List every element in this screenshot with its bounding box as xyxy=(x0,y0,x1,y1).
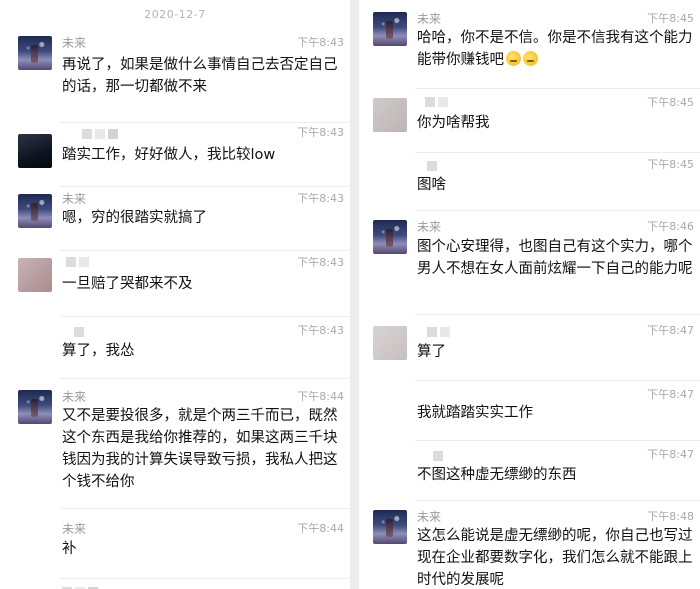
date-divider: 2020-12-7 xyxy=(144,8,206,21)
message-text: 图啥 xyxy=(417,177,446,193)
sender-name: 未来 xyxy=(62,192,87,206)
message-item[interactable]: 未来 下午8:46 图个心安理得，也图自己有这个实力，哪个男人不想在女人面前炫耀… xyxy=(359,210,700,314)
message-time: 下午8:46 xyxy=(647,220,694,233)
avatar[interactable] xyxy=(18,390,52,424)
divider xyxy=(60,578,350,579)
avatar[interactable] xyxy=(373,220,407,254)
message-text: 我就踏踏实实工作 xyxy=(417,405,533,421)
avatar[interactable] xyxy=(18,36,52,70)
message-item[interactable]: 未来 下午8:44 又不是要投很多，就是个两三千而已，既然这个东西是我给你推荐的… xyxy=(0,378,350,508)
message-item[interactable]: 未来 下午8:43 嗯，穷的很踏实就搞了 xyxy=(0,186,350,248)
message-item[interactable]: 下午8:43 算了，我怂 xyxy=(0,316,350,378)
divider xyxy=(415,380,700,381)
message-item[interactable]: 未来 下午8:48 这怎么能说是虚无缥缈的呢，你自己也写过现在企业都要数字化，我… xyxy=(359,500,700,589)
message-time: 下午8:47 xyxy=(647,388,694,401)
divider xyxy=(60,250,350,251)
message-text: 嗯，穷的很踏实就搞了 xyxy=(62,210,207,226)
message-text: 你为啥帮我 xyxy=(417,115,490,131)
message-item[interactable]: 下午8:47 算了 xyxy=(359,314,700,380)
message-time: 下午8:43 xyxy=(297,256,344,269)
avatar[interactable] xyxy=(18,134,52,168)
message-item[interactable]: 下午8:45 你为啥帮我 xyxy=(359,88,700,152)
message-time: 下午8:43 xyxy=(297,324,344,337)
message-text: 踏实工作，好好做人，我比较low xyxy=(62,147,276,163)
sender-name: 未来 xyxy=(417,12,442,26)
message-text: 一旦赔了哭都来不及 xyxy=(62,276,193,292)
message-item[interactable]: 下午8:45 图啥 xyxy=(359,152,700,210)
divider xyxy=(415,152,700,153)
sender-name: 未来 xyxy=(62,522,87,536)
message-time: 下午8:48 xyxy=(647,510,694,523)
divider xyxy=(60,316,350,317)
avatar[interactable] xyxy=(373,98,407,132)
message-time: 下午8:45 xyxy=(647,158,694,171)
message-text: 哈哈，你不是不信。你是不信我有这个能力能带你赚钱吧 xyxy=(417,30,693,68)
divider xyxy=(415,88,700,89)
avatar[interactable] xyxy=(18,258,52,292)
message-item[interactable]: 下午8:43 一旦赔了哭都来不及 xyxy=(0,250,350,316)
thinking-emoji-icon xyxy=(523,51,538,66)
message-item[interactable]: 下午8:43 踏实工作，好好做人，我比较low xyxy=(0,122,350,190)
sender-name: 未来 xyxy=(417,510,442,524)
message-text: 再说了，如果是做什么事情自己去否定自己的话，那一切都做不来 xyxy=(62,57,338,95)
message-item[interactable]: 下午8:47 我就踏踏实实工作 xyxy=(359,380,700,440)
chat-column-right: 未来 下午8:45 哈哈，你不是不信。你是不信我有这个能力能带你赚钱吧 下午8:… xyxy=(359,0,700,589)
blurred-sender-name xyxy=(433,450,443,462)
column-gutter xyxy=(350,0,359,589)
message-time: 下午8:44 xyxy=(297,522,344,535)
blurred-sender-name xyxy=(427,160,437,172)
blurred-sender-name xyxy=(74,326,84,338)
message-time: 下午8:45 xyxy=(647,12,694,25)
message-text: 这怎么能说是虚无缥缈的呢，你自己也写过现在企业都要数字化，我们怎么就不能跟上时代… xyxy=(417,528,693,588)
divider xyxy=(415,440,700,441)
blurred-sender-name xyxy=(66,256,89,268)
avatar[interactable] xyxy=(18,194,52,228)
sender-name: 未来 xyxy=(62,36,87,50)
message-text: 又不是要投很多，就是个两三千而已，既然这个东西是我给你推荐的，如果这两三千块钱因… xyxy=(62,408,338,490)
message-text: 图个心安理得，也图自己有这个实力，哪个男人不想在女人面前炫耀一下自己的能力呢 xyxy=(417,239,693,277)
message-text: 算了 xyxy=(417,344,446,360)
message-text: 不图这种虚无缥缈的东西 xyxy=(417,467,577,483)
message-item[interactable]: 下午8:47 不图这种虚无缥缈的东西 xyxy=(359,440,700,502)
divider xyxy=(60,186,350,187)
blurred-sender-name xyxy=(82,128,118,140)
message-text: 补 xyxy=(62,541,77,557)
message-item[interactable]: 未来 下午8:44 补 xyxy=(0,508,350,589)
message-time: 下午8:45 xyxy=(647,96,694,109)
avatar[interactable] xyxy=(373,12,407,46)
avatar[interactable] xyxy=(373,326,407,360)
message-text: 算了，我怂 xyxy=(62,343,135,359)
message-time: 下午8:43 xyxy=(297,192,344,205)
divider xyxy=(60,378,350,379)
sender-name: 未来 xyxy=(417,220,442,234)
chat-column-left: 2020-12-7 未来 下午8:43 再说了，如果是做什么事情自己去否定自己的… xyxy=(0,0,350,589)
message-time: 下午8:44 xyxy=(297,390,344,403)
divider xyxy=(60,122,350,123)
divider xyxy=(415,210,700,211)
divider xyxy=(415,314,700,315)
message-item[interactable]: 未来 下午8:45 哈哈，你不是不信。你是不信我有这个能力能带你赚钱吧 xyxy=(359,0,700,88)
divider xyxy=(60,508,350,509)
divider xyxy=(415,500,700,501)
message-time: 下午8:43 xyxy=(297,126,344,139)
message-time: 下午8:47 xyxy=(647,324,694,337)
blurred-sender-name xyxy=(425,96,448,108)
thinking-emoji-icon xyxy=(506,51,521,66)
message-item[interactable]: 未来 下午8:43 再说了，如果是做什么事情自己去否定自己的话，那一切都做不来 xyxy=(0,24,350,122)
message-time: 下午8:43 xyxy=(297,36,344,49)
avatar[interactable] xyxy=(373,510,407,544)
message-time: 下午8:47 xyxy=(647,448,694,461)
sender-name: 未来 xyxy=(62,390,87,404)
blurred-sender-name xyxy=(427,326,450,338)
